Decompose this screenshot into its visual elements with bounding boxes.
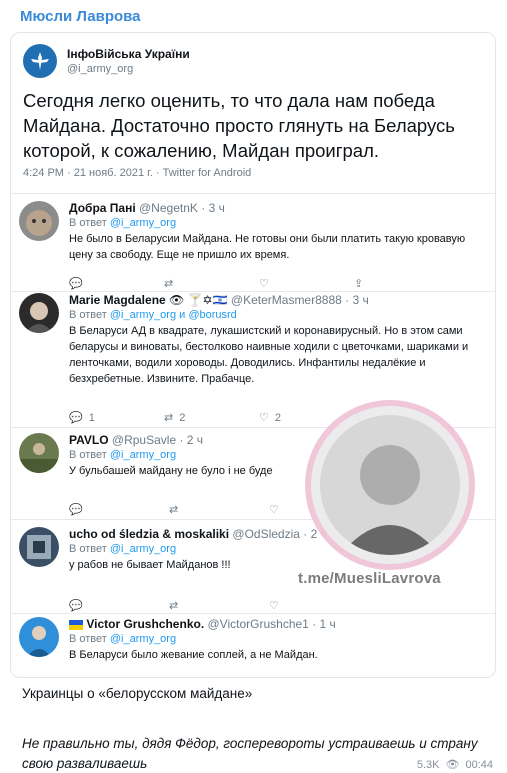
retweet-icon: ⇄: [169, 600, 179, 612]
author-handle: @i_army_org: [67, 63, 134, 75]
avatar: [19, 527, 59, 567]
reply-button[interactable]: 💬: [69, 503, 169, 516]
avatar: [19, 617, 59, 657]
reply-author-name: Добра Пані: [69, 201, 136, 215]
reply-author-handle: @KeterMasmer8888: [230, 293, 342, 307]
retweet-button[interactable]: ⇄: [169, 599, 269, 612]
reply-author-handle: @OdSledzia: [232, 527, 300, 541]
reply-to-mention[interactable]: @i_army_org: [110, 543, 176, 555]
post-time: 00:44: [465, 758, 493, 771]
reply-time: · 2 ч: [179, 433, 204, 447]
retweet-button[interactable]: ⇄: [164, 277, 259, 290]
view-count: 5.3K: [416, 758, 440, 771]
reply-author-handle: @VictorGrushche1: [207, 617, 309, 631]
reply-author-name: Marie Magdalene: [69, 293, 166, 307]
post-caption: Украинцы о «белорусском майдане»: [22, 686, 253, 701]
reply-button[interactable]: 💬: [69, 277, 164, 290]
reply-text: Не было в Беларусии Майдана. Не готовы о…: [69, 233, 466, 261]
like-button[interactable]: ♡: [269, 599, 369, 612]
watermark-text: t.me/MuesliLavrova: [298, 570, 441, 587]
divider: [11, 291, 495, 292]
post-meta: 5.3K 👁 00:44: [410, 758, 493, 771]
retweet-icon: ⇄: [164, 278, 174, 290]
avatar: [19, 201, 59, 241]
reply-button[interactable]: 💬 1: [69, 411, 164, 425]
reply-text: В Беларуси АД в квадрате, лукашистский и…: [69, 325, 469, 385]
author-name: ІнфоВійська України: [67, 47, 190, 61]
reply-to-prefix: В ответ: [69, 217, 107, 229]
retweet-icon: ⇄: [169, 504, 179, 516]
reply-author-name: PAVLO: [69, 433, 109, 447]
like-button[interactable]: ♡: [259, 277, 354, 290]
ukraine-flag-icon: [69, 619, 83, 630]
reply-to-prefix: В ответ: [69, 543, 107, 555]
watermark-portrait: [305, 400, 475, 570]
author-avatar: [23, 44, 57, 78]
heart-icon: ♡: [259, 412, 269, 424]
reply-to-line: В ответ @i_army_org: [69, 633, 489, 645]
avatar: [19, 433, 59, 473]
reply-to-prefix: В ответ: [69, 449, 107, 461]
reply-to-mention[interactable]: @i_army_org и @borusrd: [110, 309, 237, 321]
tweet-text: Сегодня легко оценить, то что дала нам п…: [23, 90, 455, 161]
reply-item: Victor Grushchenko. @VictorGrushche1 · 1…: [19, 617, 489, 677]
divider: [11, 193, 495, 194]
retweet-button[interactable]: ⇄: [169, 503, 269, 516]
comment-icon: 💬: [69, 278, 83, 290]
reply-author-name: ucho od śledzia & moskaliki: [69, 527, 230, 541]
reply-time: · 1 ч: [312, 617, 336, 631]
name-emoji: 👁 🍸✡🇮🇱: [169, 293, 228, 307]
heart-icon: ♡: [259, 278, 269, 290]
tweet-meta: 4:24 PM · 21 нояб. 2021 г. · Twitter for…: [23, 167, 252, 179]
reply-to-prefix: В ответ: [69, 309, 107, 321]
watermark-photo: [320, 415, 460, 555]
tweet-author: ІнфоВійська України @i_army_org: [23, 41, 190, 81]
army-emblem-icon: [31, 52, 49, 70]
retweet-icon: ⇄: [164, 412, 174, 424]
reply-button[interactable]: 💬: [69, 599, 169, 612]
reply-to-prefix: В ответ: [69, 633, 107, 645]
reply-time: · 3 ч: [345, 293, 369, 307]
reply-to-mention[interactable]: @i_army_org: [110, 449, 176, 461]
reply-actions: 💬 ⇄ ♡ ⇪: [69, 277, 449, 290]
heart-icon: ♡: [269, 504, 279, 516]
share-icon: ⇪: [354, 278, 364, 290]
reply-item: Marie Magdalene 👁 🍸✡🇮🇱 @KeterMasmer8888 …: [19, 293, 489, 403]
comment-icon: 💬: [69, 504, 83, 516]
reply-to-line: В ответ @i_army_org и @borusrd: [69, 309, 489, 321]
channel-name[interactable]: Мюсли Лаврова: [20, 8, 141, 25]
reply-text: В Беларуси было жевание соплей, а не Май…: [69, 649, 318, 661]
retweet-button[interactable]: ⇄ 2: [164, 411, 259, 425]
channel-header: Мюсли Лаврова: [0, 0, 507, 32]
reply-to-mention[interactable]: @i_army_org: [110, 633, 176, 645]
avatar: [19, 293, 59, 333]
reply-author-name: Victor Grushchenko.: [86, 617, 205, 631]
eye-icon: 👁: [445, 759, 460, 771]
divider: [11, 613, 495, 614]
reply-time: · 3 ч: [201, 201, 225, 215]
reply-author-handle: @NegetnK: [139, 201, 198, 215]
reply-actions: 💬 ⇄ ♡: [69, 599, 449, 612]
reply-to-line: В ответ @i_army_org: [69, 217, 489, 229]
comment-icon: 💬: [69, 412, 83, 424]
comment-icon: 💬: [69, 600, 83, 612]
heart-icon: ♡: [269, 600, 279, 612]
share-button[interactable]: ⇪: [354, 277, 449, 290]
reply-author-handle: @RpuSavle: [111, 433, 177, 447]
reply-to-mention[interactable]: @i_army_org: [110, 217, 176, 229]
